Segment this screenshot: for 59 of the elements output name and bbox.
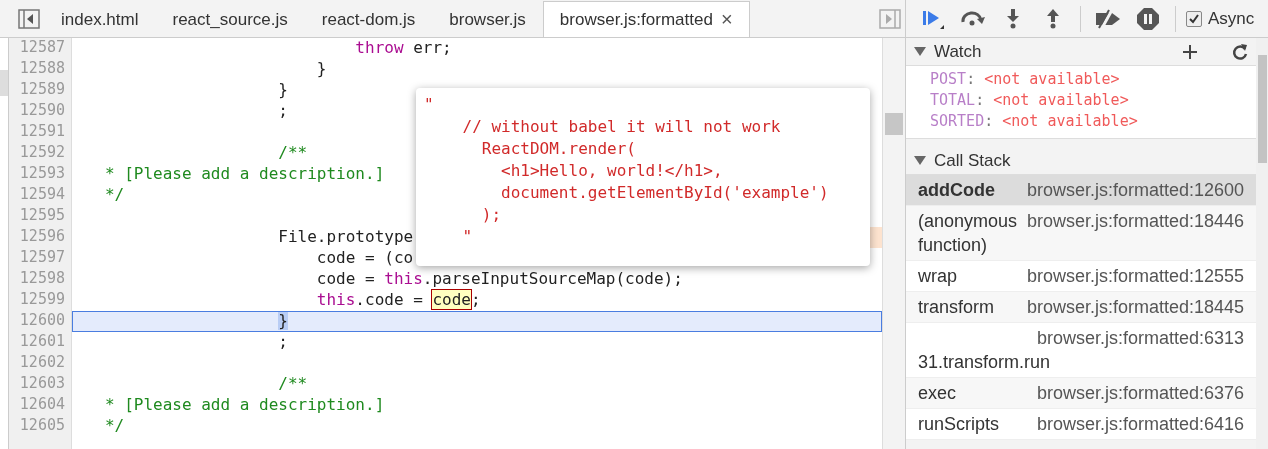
refresh-icon[interactable] bbox=[1232, 42, 1248, 61]
line-number: 12592 bbox=[18, 143, 66, 163]
call-frame[interactable]: exec browser.js:formatted:6376 bbox=[906, 378, 1256, 409]
code-line: code = this.parseInputSourceMap(code); bbox=[316, 269, 683, 288]
expand-triangle-icon[interactable] bbox=[914, 156, 926, 165]
watch-expression: POST: <not available> bbox=[930, 69, 1121, 90]
call-frame[interactable]: transform browser.js:formatted:18445 bbox=[906, 292, 1256, 323]
code-line: throw err; bbox=[355, 38, 452, 57]
code-line: } bbox=[316, 59, 327, 78]
checkbox[interactable] bbox=[1186, 10, 1202, 27]
watch-expression: SORTED: <not available> bbox=[930, 111, 1139, 132]
line-number: 12599 bbox=[18, 290, 66, 310]
call-frame[interactable]: runScripts browser.js:formatted:6416 bbox=[906, 409, 1256, 440]
call-frame[interactable]: browser.js:formatted:6313 31.transform.run bbox=[906, 323, 1256, 378]
code-line: /** bbox=[278, 374, 308, 393]
line-number: 12598 bbox=[18, 269, 66, 289]
string-value: " // without babel it will not work ReactDOM.render( <h1>Hello, world!</h1>, document.getElementById('example') ); " bbox=[424, 94, 830, 248]
line-number: 12605 bbox=[18, 416, 66, 436]
line-number: 12594 bbox=[18, 185, 66, 205]
file-tab[interactable]: browser.js bbox=[432, 1, 543, 37]
line-number: 12604 bbox=[18, 395, 66, 415]
add-icon[interactable] bbox=[1182, 43, 1198, 60]
expand-triangle-icon[interactable] bbox=[914, 47, 926, 56]
line-number: 12600 bbox=[18, 311, 66, 331]
code-line: ; bbox=[278, 332, 288, 351]
close-icon[interactable]: × bbox=[720, 8, 733, 31]
file-tab[interactable]: react_source.js bbox=[155, 1, 305, 37]
call-frame[interactable]: wrap browser.js:formatted:12555 bbox=[906, 261, 1256, 292]
code-line: */ bbox=[104, 416, 125, 435]
async-checkbox[interactable]: Async bbox=[1186, 8, 1255, 29]
file-tab[interactable]: index.html bbox=[44, 1, 156, 37]
line-number: 12602 bbox=[18, 353, 66, 373]
code-line: } bbox=[278, 80, 288, 99]
code-line: code = (co bbox=[316, 248, 414, 267]
line-number: 12590 bbox=[18, 101, 66, 121]
code-line: File.prototype bbox=[278, 227, 414, 246]
call-frame[interactable]: (anonymous function) browser.js:formatted:18446 bbox=[906, 206, 1256, 261]
code-line: /** bbox=[278, 143, 308, 162]
line-number: 12603 bbox=[18, 374, 66, 394]
code-line: */ bbox=[104, 185, 125, 204]
line-number: 12596 bbox=[18, 227, 66, 247]
scrollbar-thumb[interactable] bbox=[885, 113, 903, 135]
line-number: 12593 bbox=[18, 164, 66, 184]
watch-expression: TOTAL: <not available> bbox=[930, 90, 1130, 111]
code-line: * [Please add a description.] bbox=[104, 395, 385, 414]
line-number: 12597 bbox=[18, 248, 66, 268]
code-line: ; bbox=[278, 101, 288, 120]
code-line: this.code = code; bbox=[316, 290, 481, 309]
line-number: 12601 bbox=[18, 332, 66, 352]
line-number: 12595 bbox=[18, 206, 66, 226]
scrollbar-thumb[interactable] bbox=[1258, 55, 1267, 163]
line-number: 12591 bbox=[18, 122, 66, 142]
call-frame[interactable]: addCode browser.js:formatted:12600 bbox=[906, 175, 1256, 206]
line-number: 12589 bbox=[18, 80, 66, 100]
file-tab[interactable]: browser.js:formatted × bbox=[542, 1, 750, 37]
line-number: 12587 bbox=[18, 38, 66, 58]
code-line: * [Please add a description.] bbox=[104, 164, 385, 183]
line-number: 12588 bbox=[18, 59, 66, 79]
file-tab[interactable]: react-dom.js bbox=[304, 1, 433, 37]
